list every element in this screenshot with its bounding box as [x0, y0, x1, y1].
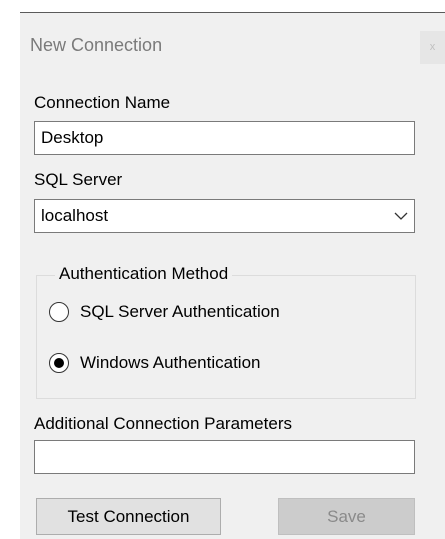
- connection-name-input[interactable]: [34, 121, 415, 155]
- windows-auth-label[interactable]: Windows Authentication: [80, 352, 261, 374]
- close-button[interactable]: x: [420, 31, 445, 64]
- close-icon: x: [429, 41, 436, 53]
- sql-server-value: localhost: [41, 206, 109, 225]
- save-button[interactable]: Save: [278, 498, 415, 535]
- additional-params-label: Additional Connection Parameters: [34, 414, 292, 433]
- connection-name-label: Connection Name: [34, 93, 171, 112]
- sql-server-auth-option[interactable]: SQL Server Authentication: [49, 300, 280, 324]
- authentication-method-group: Authentication Method SQL Server Authent…: [36, 263, 416, 399]
- sql-server-label: SQL Server: [34, 170, 123, 189]
- windows-auth-radio[interactable]: [49, 353, 69, 373]
- windows-auth-option[interactable]: Windows Authentication: [49, 351, 261, 375]
- chevron-down-icon: [394, 212, 408, 220]
- sql-server-select[interactable]: localhost: [34, 199, 415, 233]
- test-connection-button[interactable]: Test Connection: [36, 498, 221, 535]
- sql-server-auth-radio[interactable]: [49, 302, 69, 322]
- sql-server-auth-label[interactable]: SQL Server Authentication: [80, 301, 280, 323]
- new-connection-dialog: New Connection x Connection Name SQL Ser…: [20, 12, 445, 539]
- dialog-title: New Connection: [30, 35, 163, 55]
- additional-params-input[interactable]: [34, 440, 415, 474]
- authentication-method-legend: Authentication Method: [55, 263, 233, 285]
